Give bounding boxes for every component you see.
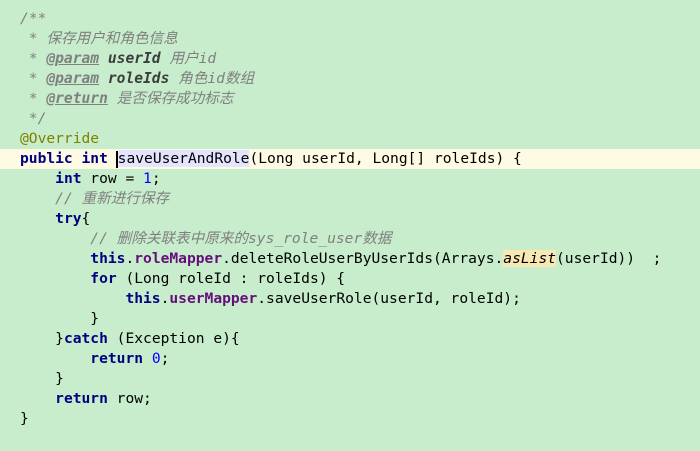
code-line[interactable]: * 保存用户和角色信息 xyxy=(0,29,700,49)
code-line[interactable]: /** xyxy=(0,9,700,29)
keyword-return: return xyxy=(90,350,144,367)
code-line[interactable]: for (Long roleId : roleIds) { xyxy=(0,269,700,289)
keyword-public: public xyxy=(20,150,73,167)
method-name[interactable]: saveUserAndRole xyxy=(117,150,250,167)
code-text: row = xyxy=(81,170,144,187)
doc-comment-end: */ xyxy=(20,110,47,127)
code-line[interactable]: } xyxy=(0,369,700,389)
text-caret xyxy=(115,150,118,168)
code-line[interactable]: * @param roleIds 角色id数组 xyxy=(0,69,700,89)
closing-brace: } xyxy=(90,310,100,327)
closing-brace: } xyxy=(20,410,29,427)
keyword-this: this xyxy=(125,290,161,307)
closing-brace: } xyxy=(55,370,64,387)
code-line[interactable]: } xyxy=(0,409,700,429)
javadoc-param-tag: @param xyxy=(46,70,100,87)
number-literal: 1 xyxy=(143,170,152,187)
javadoc-param-name: roleIds xyxy=(107,70,170,87)
keyword-this: this xyxy=(90,250,126,267)
field-role-mapper[interactable]: roleMapper xyxy=(134,250,222,267)
doc-comment-prefix: * xyxy=(20,50,47,67)
code-line[interactable]: @Override xyxy=(0,129,700,149)
code-line[interactable]: int row = 1; xyxy=(0,169,700,189)
javadoc-param-name: userId xyxy=(107,50,161,67)
field-user-mapper[interactable]: userMapper xyxy=(169,290,257,307)
code-line[interactable]: // 删除关联表中原来的sys_role_user数据 xyxy=(0,229,700,249)
code-line[interactable]: }catch (Exception e){ xyxy=(0,329,700,349)
code-line[interactable]: this.roleMapper.deleteRoleUserByUserIds(… xyxy=(0,249,700,269)
static-method-aslist[interactable]: asList xyxy=(503,250,557,267)
code-text: (userId)) ; xyxy=(556,250,662,267)
code-text: . xyxy=(125,250,135,267)
javadoc-return-desc: 是否保存成功标志 xyxy=(107,90,234,107)
code-line[interactable]: this.userMapper.saveUserRole(userId, rol… xyxy=(0,289,700,309)
code-line[interactable]: return row; xyxy=(0,389,700,409)
code-text: { xyxy=(81,210,91,227)
line-comment: // 重新进行保存 xyxy=(55,190,170,207)
code-text: .saveUserRole(userId, roleId); xyxy=(257,290,521,307)
code-text: (Exception e){ xyxy=(107,330,240,347)
code-text: ; xyxy=(151,170,161,187)
keyword-for: for xyxy=(90,270,117,287)
code-line[interactable]: return 0; xyxy=(0,349,700,369)
doc-comment-prefix: * xyxy=(20,30,47,47)
closing-brace: } xyxy=(55,330,64,347)
code-line[interactable]: try{ xyxy=(0,209,700,229)
code-editor[interactable]: /** * 保存用户和角色信息 * @param userId 用户id * @… xyxy=(0,0,700,451)
keyword-int: int xyxy=(55,170,82,187)
doc-comment-prefix: * xyxy=(20,90,47,107)
code-line[interactable]: * @param userId 用户id xyxy=(0,49,700,69)
code-line[interactable]: } xyxy=(0,309,700,329)
keyword-return: return xyxy=(55,390,108,407)
keyword-try: try xyxy=(55,210,82,227)
override-annotation: @Override xyxy=(20,130,100,147)
code-text: .deleteRoleUserByUserIds(Arrays. xyxy=(222,250,504,267)
code-line[interactable]: // 重新进行保存 xyxy=(0,189,700,209)
doc-comment-prefix: * xyxy=(20,70,47,87)
code-line[interactable]: */ xyxy=(0,109,700,129)
doc-comment-summary: 保存用户和角色信息 xyxy=(46,30,178,47)
javadoc-param-desc: 角色id数组 xyxy=(169,70,255,87)
code-text: ; xyxy=(160,350,170,367)
code-text: (Long roleId : roleIds) { xyxy=(116,270,346,287)
keyword-catch: catch xyxy=(63,330,108,347)
javadoc-return-tag: @return xyxy=(46,90,108,107)
keyword-int: int xyxy=(81,150,108,167)
javadoc-param-desc: 用户id xyxy=(160,50,217,67)
javadoc-param-tag: @param xyxy=(46,50,100,67)
code-line-current[interactable]: public int saveUserAndRole(Long userId, … xyxy=(0,149,700,169)
doc-comment-start: /** xyxy=(20,10,47,27)
method-signature: (Long userId, Long[] roleIds) { xyxy=(249,150,522,167)
line-comment: // 删除关联表中原来的sys_role_user数据 xyxy=(90,230,392,247)
code-text: row; xyxy=(107,390,152,407)
code-line[interactable]: * @return 是否保存成功标志 xyxy=(0,89,700,109)
number-literal: 0 xyxy=(151,350,161,367)
